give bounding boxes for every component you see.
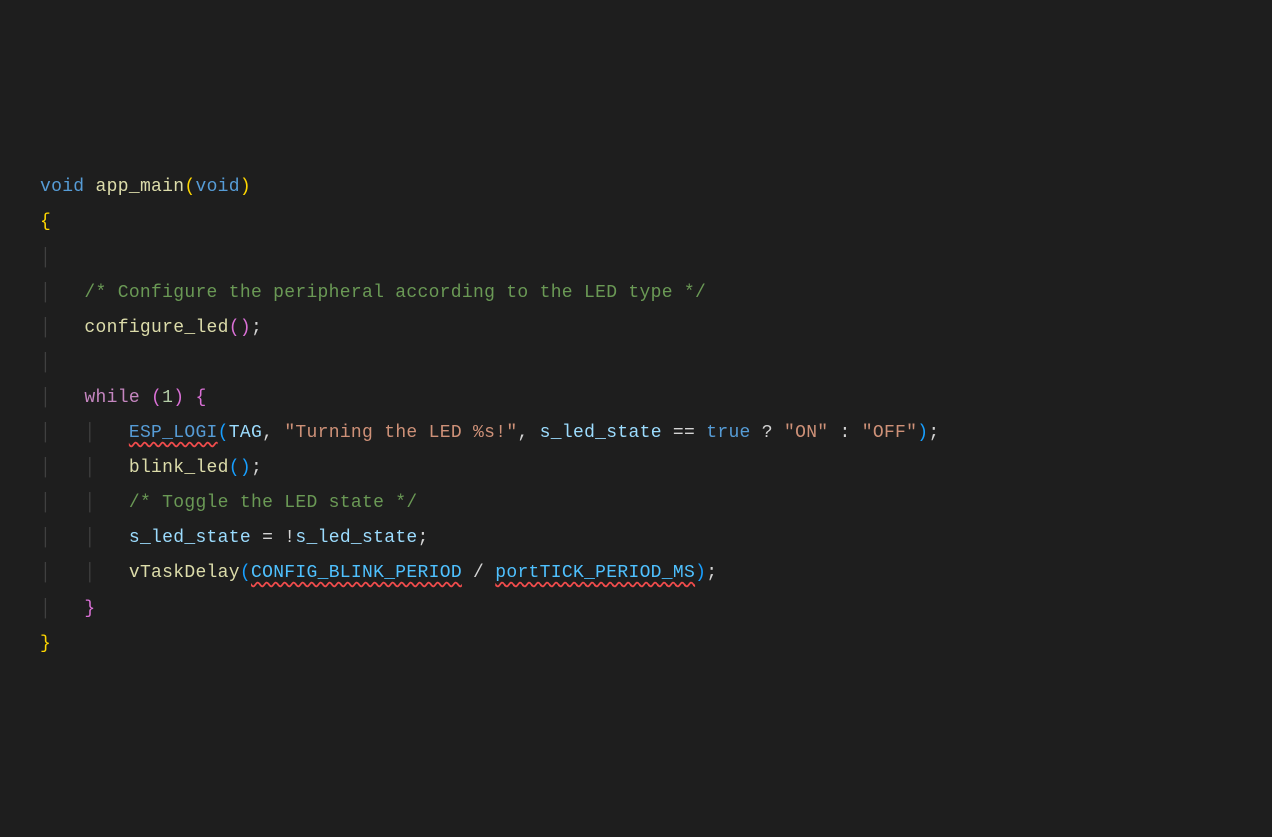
- function-call-configure_led: configure_led: [84, 318, 228, 338]
- brace-close: }: [40, 634, 51, 654]
- indent-guide: │: [84, 493, 95, 513]
- paren-close: ): [240, 458, 251, 478]
- semicolon: ;: [928, 423, 939, 443]
- paren-open: (: [229, 458, 240, 478]
- indent-guide: │: [84, 528, 95, 548]
- indent-guide: │: [40, 248, 51, 268]
- brace-open: {: [195, 388, 206, 408]
- indent-guide: │: [84, 563, 95, 583]
- paren-open: (: [151, 388, 162, 408]
- paren-close: ): [695, 563, 706, 583]
- keyword-void: void: [195, 177, 239, 197]
- semicolon: ;: [251, 458, 262, 478]
- operator-ternary-q: ?: [762, 423, 773, 443]
- paren-close: ): [173, 388, 184, 408]
- indent-guide: │: [40, 318, 51, 338]
- operator-not: !: [284, 528, 295, 548]
- comment: /* Toggle the LED state */: [129, 493, 418, 513]
- keyword-while: while: [84, 388, 140, 408]
- indent-guide: │: [40, 563, 51, 583]
- code-editor[interactable]: void app_main(void) { │ │ /* Configure t…: [40, 170, 1232, 661]
- identifier-s_led_state: s_led_state: [129, 528, 251, 548]
- string-literal-on: "ON": [784, 423, 828, 443]
- paren-open: (: [218, 423, 229, 443]
- paren-open: (: [229, 318, 240, 338]
- brace-close: }: [84, 599, 95, 619]
- paren-open: (: [184, 177, 195, 197]
- constant-config-blink-period: CONFIG_BLINK_PERIOD: [251, 563, 462, 583]
- identifier-s_led_state: s_led_state: [540, 423, 662, 443]
- operator-div: /: [473, 563, 484, 583]
- operator-ternary-colon: :: [840, 423, 851, 443]
- semicolon: ;: [251, 318, 262, 338]
- semicolon: ;: [418, 528, 429, 548]
- paren-close: ): [240, 177, 251, 197]
- keyword-true: true: [706, 423, 750, 443]
- identifier-tag: TAG: [229, 423, 262, 443]
- indent-guide: │: [84, 423, 95, 443]
- indent-guide: │: [40, 528, 51, 548]
- indent-guide: │: [40, 458, 51, 478]
- paren-open: (: [240, 563, 251, 583]
- function-call-vtaskdelay: vTaskDelay: [129, 563, 240, 583]
- identifier-s_led_state: s_led_state: [295, 528, 417, 548]
- function-call-blink_led: blink_led: [129, 458, 229, 478]
- operator-eqeq: ==: [673, 423, 695, 443]
- string-literal-off: "OFF": [862, 423, 918, 443]
- indent-guide: │: [40, 353, 51, 373]
- brace-open: {: [40, 212, 51, 232]
- indent-guide: │: [40, 423, 51, 443]
- paren-close: ): [917, 423, 928, 443]
- comment: /* Configure the peripheral according to…: [84, 283, 706, 303]
- indent-guide: │: [40, 493, 51, 513]
- indent-guide: │: [40, 388, 51, 408]
- macro-esp-logi: ESP_LOGI: [129, 423, 218, 443]
- string-literal: "Turning the LED %s!": [284, 423, 517, 443]
- indent-guide: │: [40, 283, 51, 303]
- indent-guide: │: [40, 599, 51, 619]
- number-literal: 1: [162, 388, 173, 408]
- constant-porttick-period-ms: portTICK_PERIOD_MS: [495, 563, 695, 583]
- operator-assign: =: [262, 528, 273, 548]
- paren-close: ): [240, 318, 251, 338]
- keyword-void: void: [40, 177, 84, 197]
- semicolon: ;: [706, 563, 717, 583]
- function-name-app_main: app_main: [96, 177, 185, 197]
- indent-guide: │: [84, 458, 95, 478]
